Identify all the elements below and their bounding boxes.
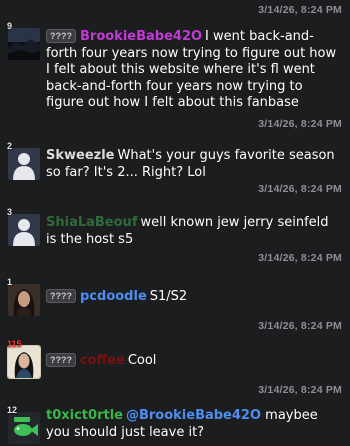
message-body: ???? pcdoodle S1/S2 xyxy=(46,289,342,306)
avatar[interactable]: 1 xyxy=(6,277,40,316)
username[interactable]: Skweezle xyxy=(46,148,115,163)
photo-portrait-avatar-icon xyxy=(7,345,41,379)
message-timestamp: 3/14/26, 8:24 PM xyxy=(258,252,342,264)
message-timestamp: 3/14/26, 8:24 PM xyxy=(258,118,342,130)
level-badge: 12 xyxy=(7,405,18,415)
message-body: t0xict0rtle @BrookieBabe42O maybee you sh… xyxy=(46,408,342,441)
avatar[interactable]: 3 xyxy=(6,207,40,246)
user-mention[interactable]: @BrookieBabe42O xyxy=(126,408,261,423)
message-timestamp: 3/14/26, 8:24 PM xyxy=(258,4,342,16)
level-badge: 9 xyxy=(7,21,13,31)
username[interactable]: t0xict0rtle xyxy=(46,408,123,423)
message-body: Skweezle What's your guys favorite season… xyxy=(46,148,342,181)
photo-portrait-avatar-icon xyxy=(8,284,40,316)
message-text: S1/S2 xyxy=(149,289,188,304)
fish-logo-avatar-icon xyxy=(8,412,40,444)
message-text: Cool xyxy=(127,353,157,368)
username[interactable]: ShiaLaBeouf xyxy=(46,215,137,230)
level-badge: 115 xyxy=(7,339,22,349)
message-body: ???? coffee Cool xyxy=(46,353,342,370)
user-flair-badge: ???? xyxy=(46,353,76,367)
avatar[interactable]: 12 xyxy=(6,405,40,444)
message-body: ???? BrookieBabe42O I went back-and-forth … xyxy=(46,29,342,112)
message-timestamp: 3/14/26, 8:24 PM xyxy=(258,384,342,396)
default-person-avatar-icon xyxy=(8,148,40,180)
username[interactable]: pcdoodle xyxy=(80,289,147,304)
level-badge: 1 xyxy=(7,277,13,287)
username[interactable]: BrookieBabe42O xyxy=(80,29,202,44)
message-timestamp: 3/14/26, 8:24 PM xyxy=(258,183,342,195)
avatar[interactable]: 115 xyxy=(6,339,41,379)
user-flair-badge: ???? xyxy=(46,289,76,303)
avatar[interactable]: 9 xyxy=(6,21,40,60)
username[interactable]: coffee xyxy=(80,353,125,368)
user-flair-badge: ???? xyxy=(46,29,76,43)
avatar[interactable]: 2 xyxy=(6,141,40,180)
level-badge: 2 xyxy=(7,141,13,151)
message-body: ShiaLaBeouf well known jew jerry seinfeld… xyxy=(46,215,342,248)
message-timestamp: 3/14/26, 8:24 PM xyxy=(258,320,342,332)
default-person-avatar-icon xyxy=(8,214,40,246)
dark-landscape-avatar-icon xyxy=(8,28,40,60)
level-badge: 3 xyxy=(7,207,13,217)
